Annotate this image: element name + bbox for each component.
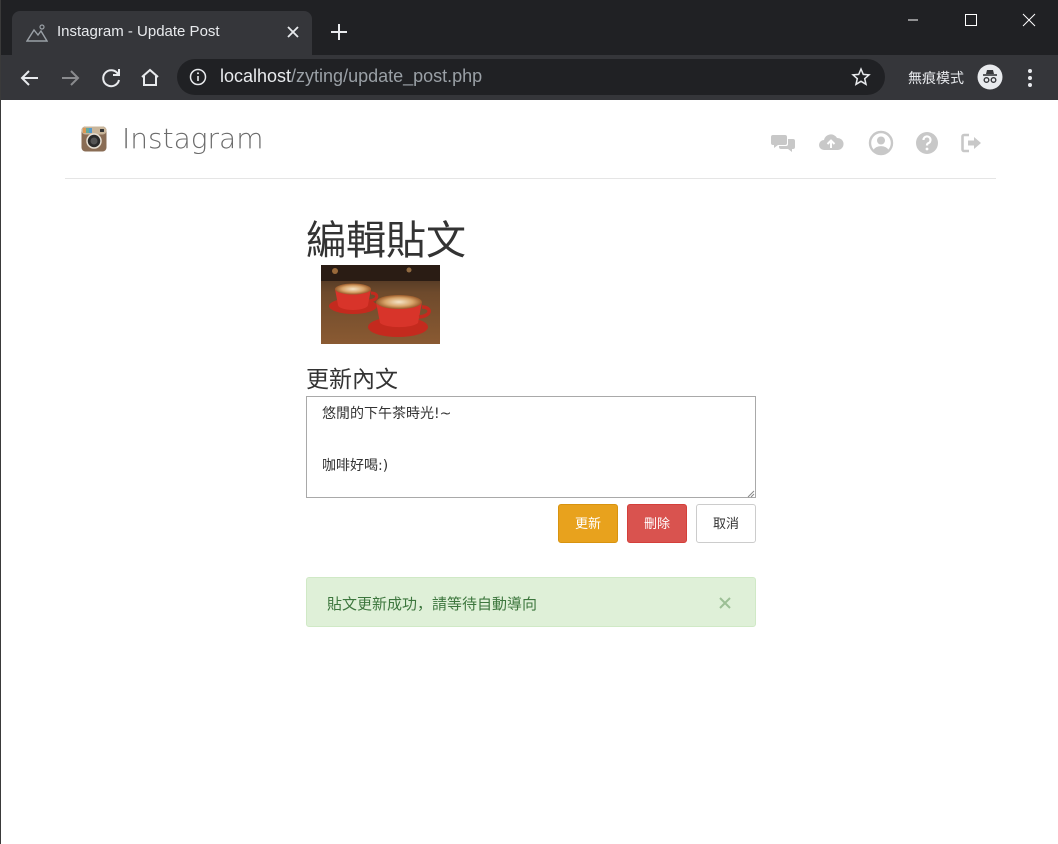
page-title: 編輯貼文	[306, 218, 466, 264]
url-text: localhost/zyting/update_post.php	[220, 66, 482, 87]
page-content: Instagram 編輯貼文 更新內文 悠閒的下午茶時光!~ 咖啡好喝:) 更新…	[1, 100, 1058, 844]
reload-icon[interactable]	[97, 64, 125, 92]
browser-tab[interactable]: Instagram - Update Post	[12, 11, 312, 55]
browser-window: Instagram - Update Post localhost/zyting…	[0, 0, 1058, 844]
mountain-icon	[26, 24, 48, 42]
post-content-textarea[interactable]: 悠閒的下午茶時光!~ 咖啡好喝:)	[306, 396, 756, 498]
sign-out-icon[interactable]	[959, 130, 985, 156]
bookmark-star-icon[interactable]	[851, 67, 871, 87]
question-circle-icon[interactable]	[914, 130, 940, 156]
post-image	[321, 265, 440, 344]
menu-icon[interactable]	[1020, 65, 1040, 91]
tab-title: Instagram - Update Post	[57, 23, 220, 40]
forward-icon[interactable]	[56, 64, 84, 92]
resize-grip-icon[interactable]	[745, 488, 755, 498]
cloud-upload-icon[interactable]	[818, 130, 844, 156]
title-bar: Instagram - Update Post	[1, 0, 1058, 55]
cancel-button[interactable]: 取消	[696, 504, 756, 543]
incognito-icon[interactable]	[977, 64, 1003, 90]
maximize-icon[interactable]	[949, 8, 993, 32]
delete-button[interactable]: 刪除	[627, 504, 687, 543]
content-label: 更新內文	[306, 367, 398, 393]
success-alert: 貼文更新成功，請等待自動導向	[306, 577, 756, 627]
close-tab-icon[interactable]	[282, 21, 304, 43]
window-close-icon[interactable]	[1006, 8, 1050, 32]
address-bar[interactable]: localhost/zyting/update_post.php	[177, 59, 885, 95]
update-button[interactable]: 更新	[558, 504, 618, 543]
minimize-icon[interactable]	[891, 8, 935, 32]
new-tab-icon[interactable]	[327, 20, 351, 44]
url-host: localhost	[220, 66, 292, 86]
user-circle-icon[interactable]	[868, 130, 894, 156]
home-icon[interactable]	[136, 64, 164, 92]
browser-toolbar: localhost/zyting/update_post.php 無痕模式	[1, 55, 1058, 100]
instagram-logo-icon[interactable]	[81, 126, 107, 152]
alert-message: 貼文更新成功，請等待自動導向	[327, 595, 538, 613]
close-icon[interactable]	[717, 595, 733, 611]
incognito-label: 無痕模式	[908, 71, 964, 87]
info-icon[interactable]	[189, 68, 207, 86]
back-icon[interactable]	[16, 64, 44, 92]
brand-name[interactable]: Instagram	[122, 122, 263, 155]
url-path: /zyting/update_post.php	[291, 66, 483, 86]
comments-icon[interactable]	[770, 130, 796, 156]
site-navbar: Instagram	[65, 100, 996, 179]
